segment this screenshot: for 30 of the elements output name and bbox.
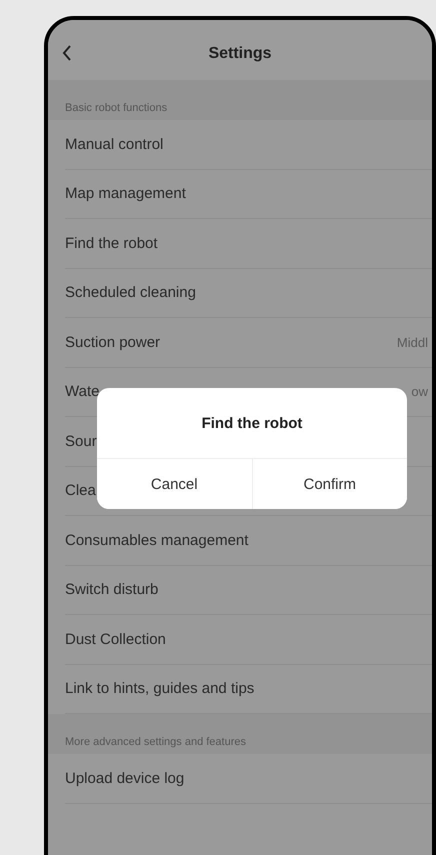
settings-row[interactable]: Manual control — [65, 120, 432, 170]
settings-row[interactable]: Scheduled cleaning — [65, 268, 432, 318]
settings-row[interactable]: Consumables management — [65, 516, 432, 566]
back-icon[interactable] — [62, 45, 72, 61]
settings-row[interactable]: Dust Collection — [65, 615, 432, 664]
dialog-title: Find the robot — [200, 414, 304, 434]
row-label: Wate — [65, 383, 100, 400]
dialog-button[interactable]: Confirm — [252, 459, 407, 509]
section-header: Basic robot functions — [48, 80, 432, 120]
settings-row[interactable]: Upload device log — [65, 754, 432, 804]
row-label: Switch disturb — [65, 581, 158, 598]
row-label: Link to hints, guides and tips — [65, 680, 254, 698]
row-label: Manual control — [65, 136, 164, 153]
row-label: Find the robot — [65, 234, 158, 252]
row-label: Dust Collection — [65, 630, 166, 648]
row-label: Upload device log — [65, 770, 184, 787]
row-label: Scheduled cleaning — [65, 284, 196, 302]
row-label: Map management — [65, 185, 186, 202]
row-label: Sour — [65, 432, 97, 450]
row-value: Middl — [396, 334, 428, 350]
row-label: Consumables management — [65, 532, 248, 549]
row-label: Clea — [65, 482, 96, 500]
settings-row[interactable]: Map management — [65, 170, 432, 219]
settings-row[interactable]: Suction power Middl — [65, 318, 432, 368]
screen-title: Settings — [208, 45, 272, 63]
settings-row[interactable]: Find the robot — [65, 219, 432, 268]
section-header: More advanced settings and features — [48, 714, 432, 754]
settings-row[interactable]: Switch disturb — [65, 566, 432, 615]
row-label: Suction power — [65, 334, 160, 351]
row-value: ow — [411, 384, 428, 400]
